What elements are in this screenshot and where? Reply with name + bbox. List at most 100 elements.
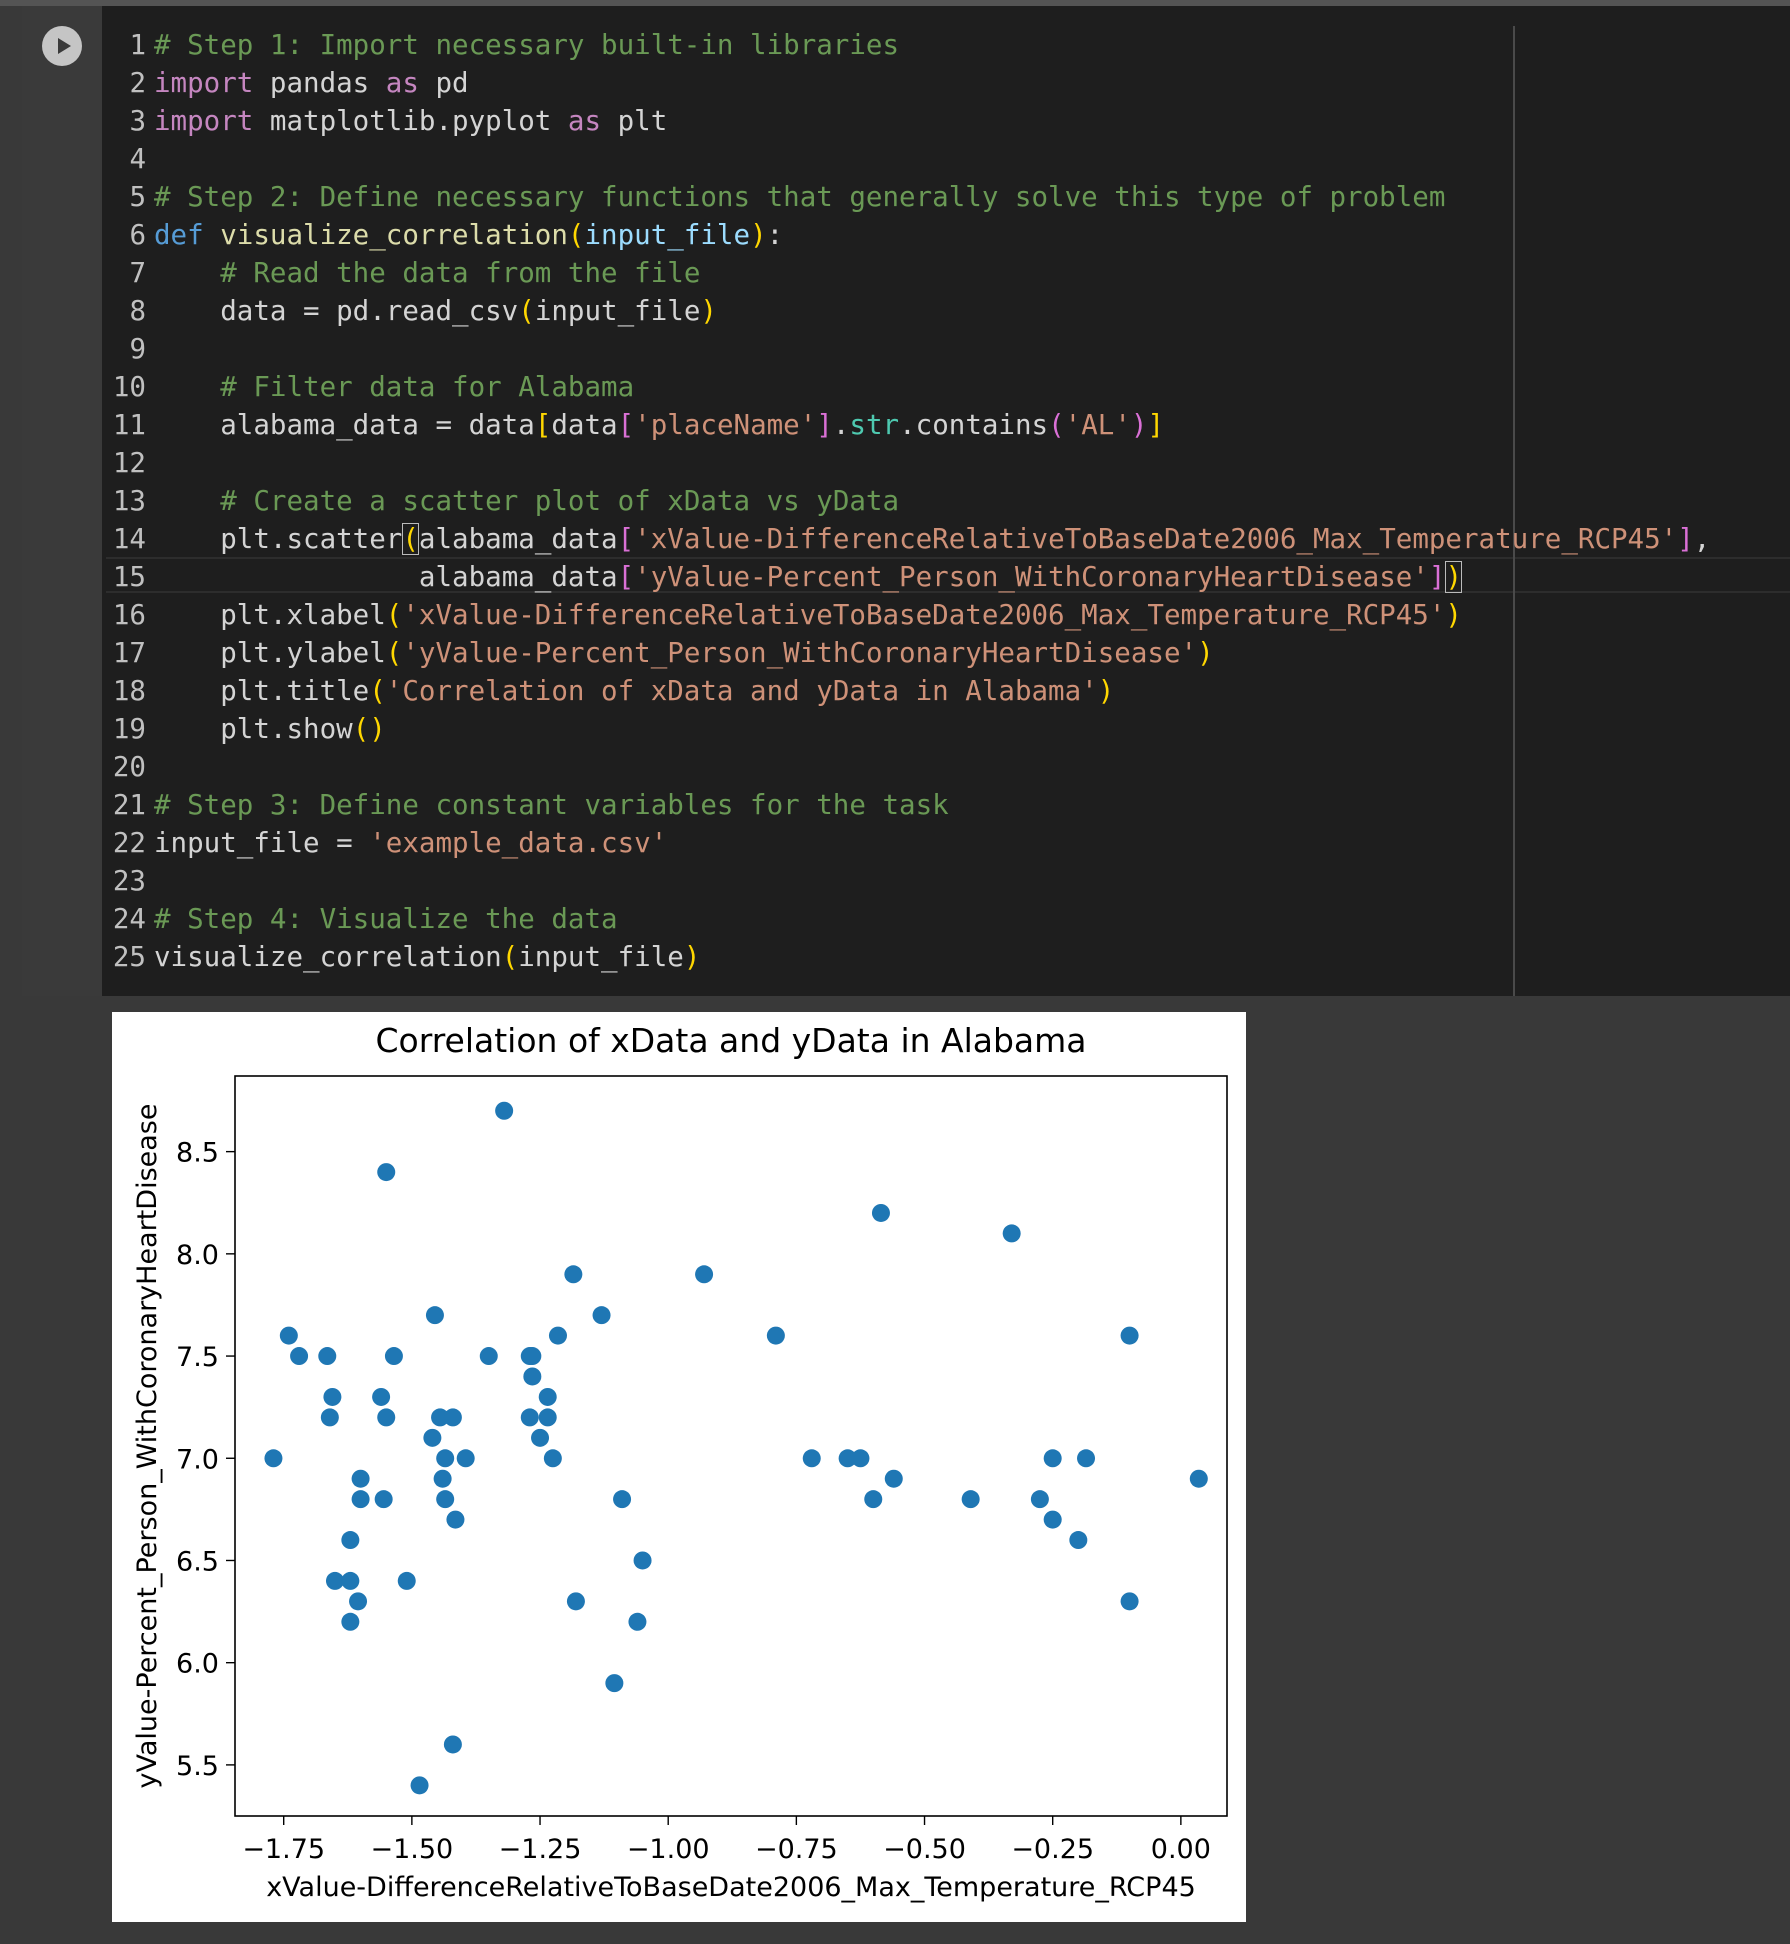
code-line[interactable]: 19 plt.show() [102,710,386,748]
code-line[interactable]: 4 [102,140,154,178]
x-tick-label: 0.00 [1151,1834,1211,1865]
scatter-point [628,1612,647,1631]
scatter-point [479,1347,498,1366]
code-token: ] [816,409,833,441]
code-token: # Step 3: Define constant variables for … [154,789,949,821]
line-number: 14 [112,523,146,555]
scatter-point [425,1306,444,1325]
code-line[interactable]: 18 plt.title('Correlation of xData and y… [102,672,1114,710]
scatter-point [1002,1224,1021,1243]
scatter-point [320,1408,339,1427]
scatter-point [1069,1531,1088,1550]
scatter-point [318,1347,337,1366]
line-number: 15 [112,561,146,593]
line-number: 3 [129,105,146,137]
code-token: ( [385,599,403,631]
code-line[interactable]: 8 data = pd.read_csv(input_file) [102,292,717,330]
code-line[interactable]: 2 import pandas as pd [102,64,469,102]
code-line[interactable]: 24 # Step 4: Visualize the data [102,900,618,938]
line-number: 7 [129,257,146,289]
scatter-point [290,1347,309,1366]
scatter-point [520,1408,539,1427]
code-line[interactable]: 6 def visualize_correlation(input_file): [102,216,783,254]
code-line[interactable]: 15 alabama_data['yValue-Percent_Person_W… [102,558,1462,596]
code-line[interactable]: 23 [102,862,154,900]
code-line[interactable]: 7 # Read the data from the file [102,254,700,292]
scatter-point [566,1592,585,1611]
code-token: as [385,67,419,99]
code-cell[interactable]: 1 # Step 1: Import necessary built-in lib… [22,6,1790,996]
code-line[interactable]: 21 # Step 3: Define constant variables fo… [102,786,949,824]
code-editor[interactable]: 1 # Step 1: Import necessary built-in lib… [102,26,1790,986]
code-token: 'Correlation of xData and yData in Alaba… [385,675,1098,707]
line-number: 13 [112,485,146,517]
x-axis-label: xValue-DifferenceRelativeToBaseDate2006_… [266,1872,1196,1903]
line-number: 8 [129,295,146,327]
scatter-point [613,1490,632,1509]
code-line[interactable]: 11 alabama_data = data[data['placeName']… [102,406,1164,444]
chart-title: Correlation of xData and yData in Alabam… [375,1021,1086,1060]
code-token: 'yValue-Percent_Person_WithCoronaryHeart… [634,561,1429,593]
code-line[interactable]: 13 # Create a scatter plot of xData vs y… [102,482,899,520]
code-token: 'yValue-Percent_Person_WithCoronaryHeart… [402,637,1198,669]
code-token: ) [1097,675,1115,707]
code-line[interactable]: 25 visualize_correlation(input_file) [102,938,701,976]
code-line[interactable]: 9 [102,330,154,368]
code-token: input_file = [154,827,370,859]
run-cell-button[interactable] [42,26,82,66]
scatter-point [633,1551,652,1570]
code-token: plt.show [154,713,353,745]
x-tick-label: −0.50 [883,1834,966,1865]
code-token: ) [700,295,717,327]
code-token: pd [418,67,469,99]
code-line[interactable]: 3 import matplotlib.pyplot as plt [102,102,667,140]
code-token: 'placeName' [634,409,817,441]
scatter-point [548,1326,567,1345]
scatter-point [377,1408,396,1427]
scatter-point [377,1163,396,1182]
code-token: input_file [534,295,701,327]
code-token: ) [1130,409,1148,441]
scatter-point [456,1449,475,1468]
x-tick-label: −1.75 [242,1834,325,1865]
code-line[interactable]: 5 # Step 2: Define necessary functions th… [102,178,1445,216]
code-token: ) [750,219,767,251]
scatter-point [531,1428,550,1447]
code-line[interactable]: 12 [102,444,154,482]
y-axis-label: yValue-Percent_Person_WithCoronaryHeartD… [132,1104,163,1789]
code-line[interactable]: 22 input_file = 'example_data.csv' [102,824,667,862]
code-token: as [567,105,602,137]
scatter-point [341,1531,360,1550]
y-tick-label: 7.5 [176,1342,219,1373]
scatter-point [264,1449,283,1468]
y-tick-label: 8.0 [176,1240,219,1271]
scatter-point [695,1265,714,1284]
scatter-point [1043,1449,1062,1468]
code-token: plt [601,105,668,137]
line-number: 25 [112,941,146,973]
scatter-point [495,1101,514,1120]
scatter-point [864,1490,883,1509]
code-token: alabama_data = data [154,409,535,441]
scatter-point [1120,1592,1139,1611]
line-number: 5 [129,181,146,213]
code-line[interactable]: 16 plt.xlabel('xValue-DifferenceRelative… [102,596,1462,634]
scatter-point [443,1735,462,1754]
scatter-point [538,1387,557,1406]
scatter-point [543,1449,562,1468]
code-line[interactable]: 1 # Step 1: Import necessary built-in lib… [102,26,899,64]
code-token: plt.scatter [154,523,403,555]
code-line[interactable]: 20 [102,748,154,786]
code-line[interactable]: 17 plt.ylabel('yValue-Percent_Person_Wit… [102,634,1214,672]
code-token: ( [402,523,419,555]
code-token: ] [1428,561,1446,593]
y-tick-label: 6.5 [176,1546,219,1577]
code-line[interactable]: 14 plt.scatter(alabama_data['xValue-Diff… [102,520,1710,558]
code-line[interactable]: 10 # Filter data for Alabama [102,368,634,406]
scatter-point [564,1265,583,1284]
scatter-point [1077,1449,1096,1468]
scatter-point [871,1203,890,1222]
scatter-point [446,1510,465,1529]
scatter-point [605,1674,624,1693]
code-token: : [766,219,784,251]
